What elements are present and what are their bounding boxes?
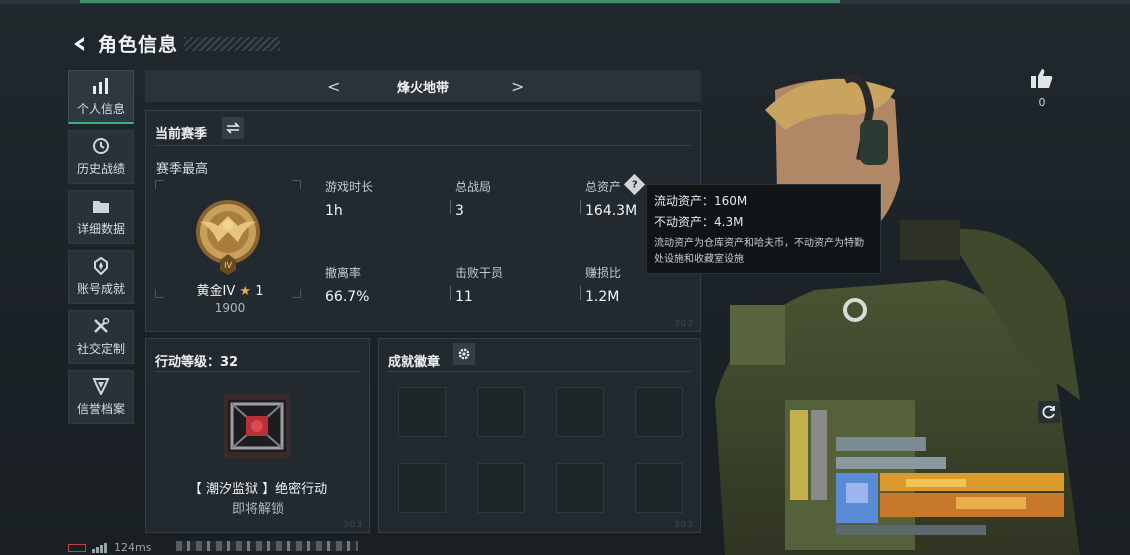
asset-tooltip: 流动资产：160M 不动资产：4.3M 流动资产为仓库资产和哈夫币，不动资产为特… bbox=[646, 184, 881, 274]
swap-arrows-icon bbox=[226, 122, 240, 134]
badge-slot[interactable] bbox=[556, 387, 604, 437]
operation-level-header: 行动等级：32 bbox=[155, 355, 239, 370]
stat-label: 击败干员 bbox=[455, 266, 504, 280]
badge-slot[interactable] bbox=[635, 463, 683, 513]
sidebar-item-achievements[interactable]: 账号成就 bbox=[68, 250, 134, 304]
badge-slot[interactable] bbox=[635, 387, 683, 437]
sidebar-item-label: 个人信息 bbox=[76, 101, 125, 116]
refresh-icon bbox=[1042, 405, 1055, 419]
stat-value: 66.7% bbox=[325, 289, 370, 305]
badge-slot[interactable] bbox=[477, 387, 525, 437]
rank-name: 黄金IV ★ 1 bbox=[160, 280, 300, 299]
title-decoration bbox=[184, 36, 281, 51]
operation-unlock-status: 即将解锁 bbox=[231, 502, 284, 517]
sidebar-item-label: 历史战绩 bbox=[76, 162, 125, 176]
badge-slot[interactable] bbox=[398, 463, 446, 513]
tooltip-fixed-assets: 不动资产：4.3M bbox=[654, 215, 744, 229]
sidebar: 个人信息 历史战绩 详细数据 账号成就 社交定制 信誉档案 bbox=[68, 70, 136, 430]
sidebar-item-detailed-data[interactable]: 详细数据 bbox=[68, 190, 134, 244]
map-prev-button[interactable]: < bbox=[327, 77, 340, 96]
sidebar-item-social-customize[interactable]: 社交定制 bbox=[68, 310, 134, 364]
status-bar: 124ms bbox=[68, 541, 151, 554]
operation-unlock-title: 【 潮汐监狱 】绝密行动 bbox=[188, 482, 328, 497]
stat-value: 1h bbox=[325, 203, 343, 219]
stat-label: 撤离率 bbox=[325, 266, 362, 280]
stat-operators-defeated: 击败干员 11 bbox=[450, 264, 565, 305]
svg-text:IV: IV bbox=[224, 261, 232, 270]
divider bbox=[155, 145, 691, 146]
gear-icon bbox=[458, 348, 470, 360]
stat-value: 3 bbox=[455, 203, 464, 219]
rank-stars: 1 bbox=[255, 284, 264, 299]
tools-icon bbox=[91, 317, 111, 335]
stat-play-time: 游戏时长 1h bbox=[325, 178, 435, 219]
divider bbox=[388, 371, 691, 372]
stat-value: 11 bbox=[455, 289, 473, 305]
map-name: 烽火地带 bbox=[396, 80, 449, 96]
panel-code: 303 bbox=[673, 319, 694, 329]
refresh-button[interactable] bbox=[1038, 401, 1060, 423]
sidebar-item-credibility[interactable]: 信誉档案 bbox=[68, 370, 134, 424]
badge-slot[interactable] bbox=[398, 387, 446, 437]
like-button[interactable]: 0 bbox=[1030, 68, 1054, 109]
panel-code: 303 bbox=[342, 520, 363, 530]
bar-chart-icon bbox=[91, 77, 111, 95]
rank-title: 黄金IV bbox=[196, 284, 236, 299]
badges-header: 成就徽章 bbox=[388, 355, 441, 370]
signal-icon bbox=[92, 542, 107, 553]
ping-value: 124ms bbox=[114, 541, 152, 554]
pixelated-status-text bbox=[176, 541, 358, 551]
battery-icon bbox=[68, 543, 86, 552]
crate-icon bbox=[224, 394, 290, 458]
thumbs-up-icon bbox=[1031, 69, 1053, 88]
badge-slot[interactable] bbox=[477, 463, 525, 513]
sidebar-item-personal-info[interactable]: 个人信息 bbox=[68, 70, 134, 124]
stat-value: 1.2M bbox=[585, 289, 620, 305]
sidebar-item-label: 账号成就 bbox=[76, 282, 125, 296]
rank-points: 1900 bbox=[214, 301, 246, 315]
gold-rank-medal-icon: IV bbox=[196, 200, 260, 275]
tooltip-note: 流动资产为仓库资产和哈夫币，不动资产为特勤处设施和收藏室设施 bbox=[654, 238, 864, 265]
season-best-label: 赛季最高 bbox=[156, 162, 209, 177]
pixelated-player-card bbox=[836, 437, 1064, 537]
back-arrow-icon[interactable] bbox=[68, 33, 90, 55]
star-icon: ★ bbox=[239, 284, 252, 299]
like-count: 0 bbox=[1038, 96, 1046, 109]
credibility-shield-icon bbox=[91, 377, 111, 395]
badge-slot[interactable] bbox=[556, 463, 604, 513]
history-clock-icon bbox=[91, 137, 111, 155]
sidebar-item-label: 详细数据 bbox=[76, 222, 125, 236]
badge-settings-button[interactable] bbox=[453, 343, 475, 365]
map-next-button[interactable]: > bbox=[511, 77, 524, 96]
folder-icon bbox=[91, 197, 111, 215]
page-title: 角色信息 bbox=[98, 34, 179, 56]
season-header: 当前赛季 bbox=[155, 127, 208, 142]
stat-total-matches: 总战局 3 bbox=[450, 178, 565, 219]
stat-label: 总战局 bbox=[455, 180, 492, 194]
map-selector: < 烽火地带 > bbox=[145, 70, 701, 102]
panel-code: 303 bbox=[673, 520, 694, 530]
stat-extraction-rate: 撤离率 66.7% bbox=[325, 264, 435, 305]
season-switch-button[interactable] bbox=[222, 117, 244, 139]
top-progress-line bbox=[0, 0, 1130, 4]
tooltip-liquid-assets: 流动资产：160M bbox=[654, 194, 748, 208]
achievement-badge-icon bbox=[91, 257, 111, 275]
divider bbox=[155, 371, 360, 372]
sidebar-item-label: 信誉档案 bbox=[76, 402, 125, 416]
sidebar-item-label: 社交定制 bbox=[76, 342, 125, 356]
sidebar-item-match-history[interactable]: 历史战绩 bbox=[68, 130, 134, 184]
page-header: 角色信息 bbox=[68, 30, 281, 57]
stat-label: 游戏时长 bbox=[325, 180, 374, 194]
